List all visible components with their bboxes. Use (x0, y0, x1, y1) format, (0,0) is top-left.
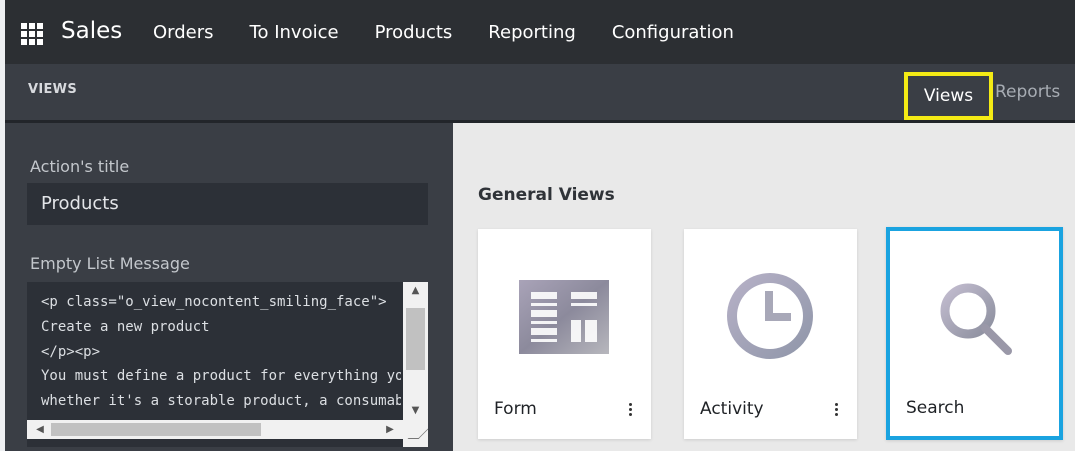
magnifier-icon (940, 283, 1012, 355)
kebab-menu-icon[interactable] (629, 403, 633, 417)
tab-views[interactable]: Views (904, 72, 993, 120)
menu-item-to-invoice[interactable]: To Invoice (250, 22, 339, 43)
empty-list-label: Empty List Message (30, 254, 190, 273)
menu-item-reporting[interactable]: Reporting (488, 22, 576, 43)
view-card-search[interactable]: Search (886, 227, 1063, 440)
scroll-right-icon[interactable]: ▶ (381, 420, 399, 439)
section-title: General Views (478, 185, 615, 205)
action-title-label: Action's title (30, 157, 130, 176)
view-card-label: Activity (700, 399, 764, 419)
top-navbar: Sales Orders To Invoice Products Reporti… (5, 0, 1075, 64)
horizontal-scroll-thumb[interactable] (51, 423, 261, 436)
clock-icon (727, 273, 813, 359)
action-title-input[interactable]: Products (27, 183, 428, 225)
tab-reports[interactable]: Reports (995, 82, 1060, 102)
apps-menu-icon[interactable] (21, 23, 43, 45)
form-icon (519, 280, 609, 354)
menu-item-orders[interactable]: Orders (153, 22, 214, 43)
menu-item-products[interactable]: Products (375, 22, 453, 43)
menu-item-configuration[interactable]: Configuration (612, 22, 734, 43)
scroll-down-icon[interactable]: ▼ (403, 402, 428, 420)
vertical-scrollbar[interactable]: ▲ ▼ (403, 282, 428, 420)
empty-list-text: <p class="o_view_nocontent_smiling_face"… (41, 294, 401, 410)
horizontal-scrollbar[interactable]: ◀ ▶ (27, 420, 403, 439)
vertical-scroll-thumb[interactable] (406, 308, 425, 370)
page-title: VIEWS (28, 82, 77, 97)
main-content: General Views Form Activity Search (453, 123, 1075, 451)
view-card-label: Search (906, 398, 965, 418)
kebab-menu-icon[interactable] (835, 403, 839, 417)
scroll-up-icon[interactable]: ▲ (403, 282, 428, 300)
empty-list-textarea[interactable]: <p class="o_view_nocontent_smiling_face"… (27, 282, 428, 447)
scroll-left-icon[interactable]: ◀ (31, 420, 49, 439)
view-card-label: Form (494, 399, 537, 419)
studio-subbar: VIEWS Views Reports (5, 64, 1075, 120)
main-menu: Orders To Invoice Products Reporting Con… (153, 22, 734, 43)
resize-handle-icon[interactable] (403, 420, 428, 447)
sidebar: Action's title Products Empty List Messa… (5, 123, 453, 451)
view-card-form[interactable]: Form (478, 229, 651, 439)
view-card-activity[interactable]: Activity (684, 229, 857, 439)
app-name[interactable]: Sales (61, 18, 122, 44)
